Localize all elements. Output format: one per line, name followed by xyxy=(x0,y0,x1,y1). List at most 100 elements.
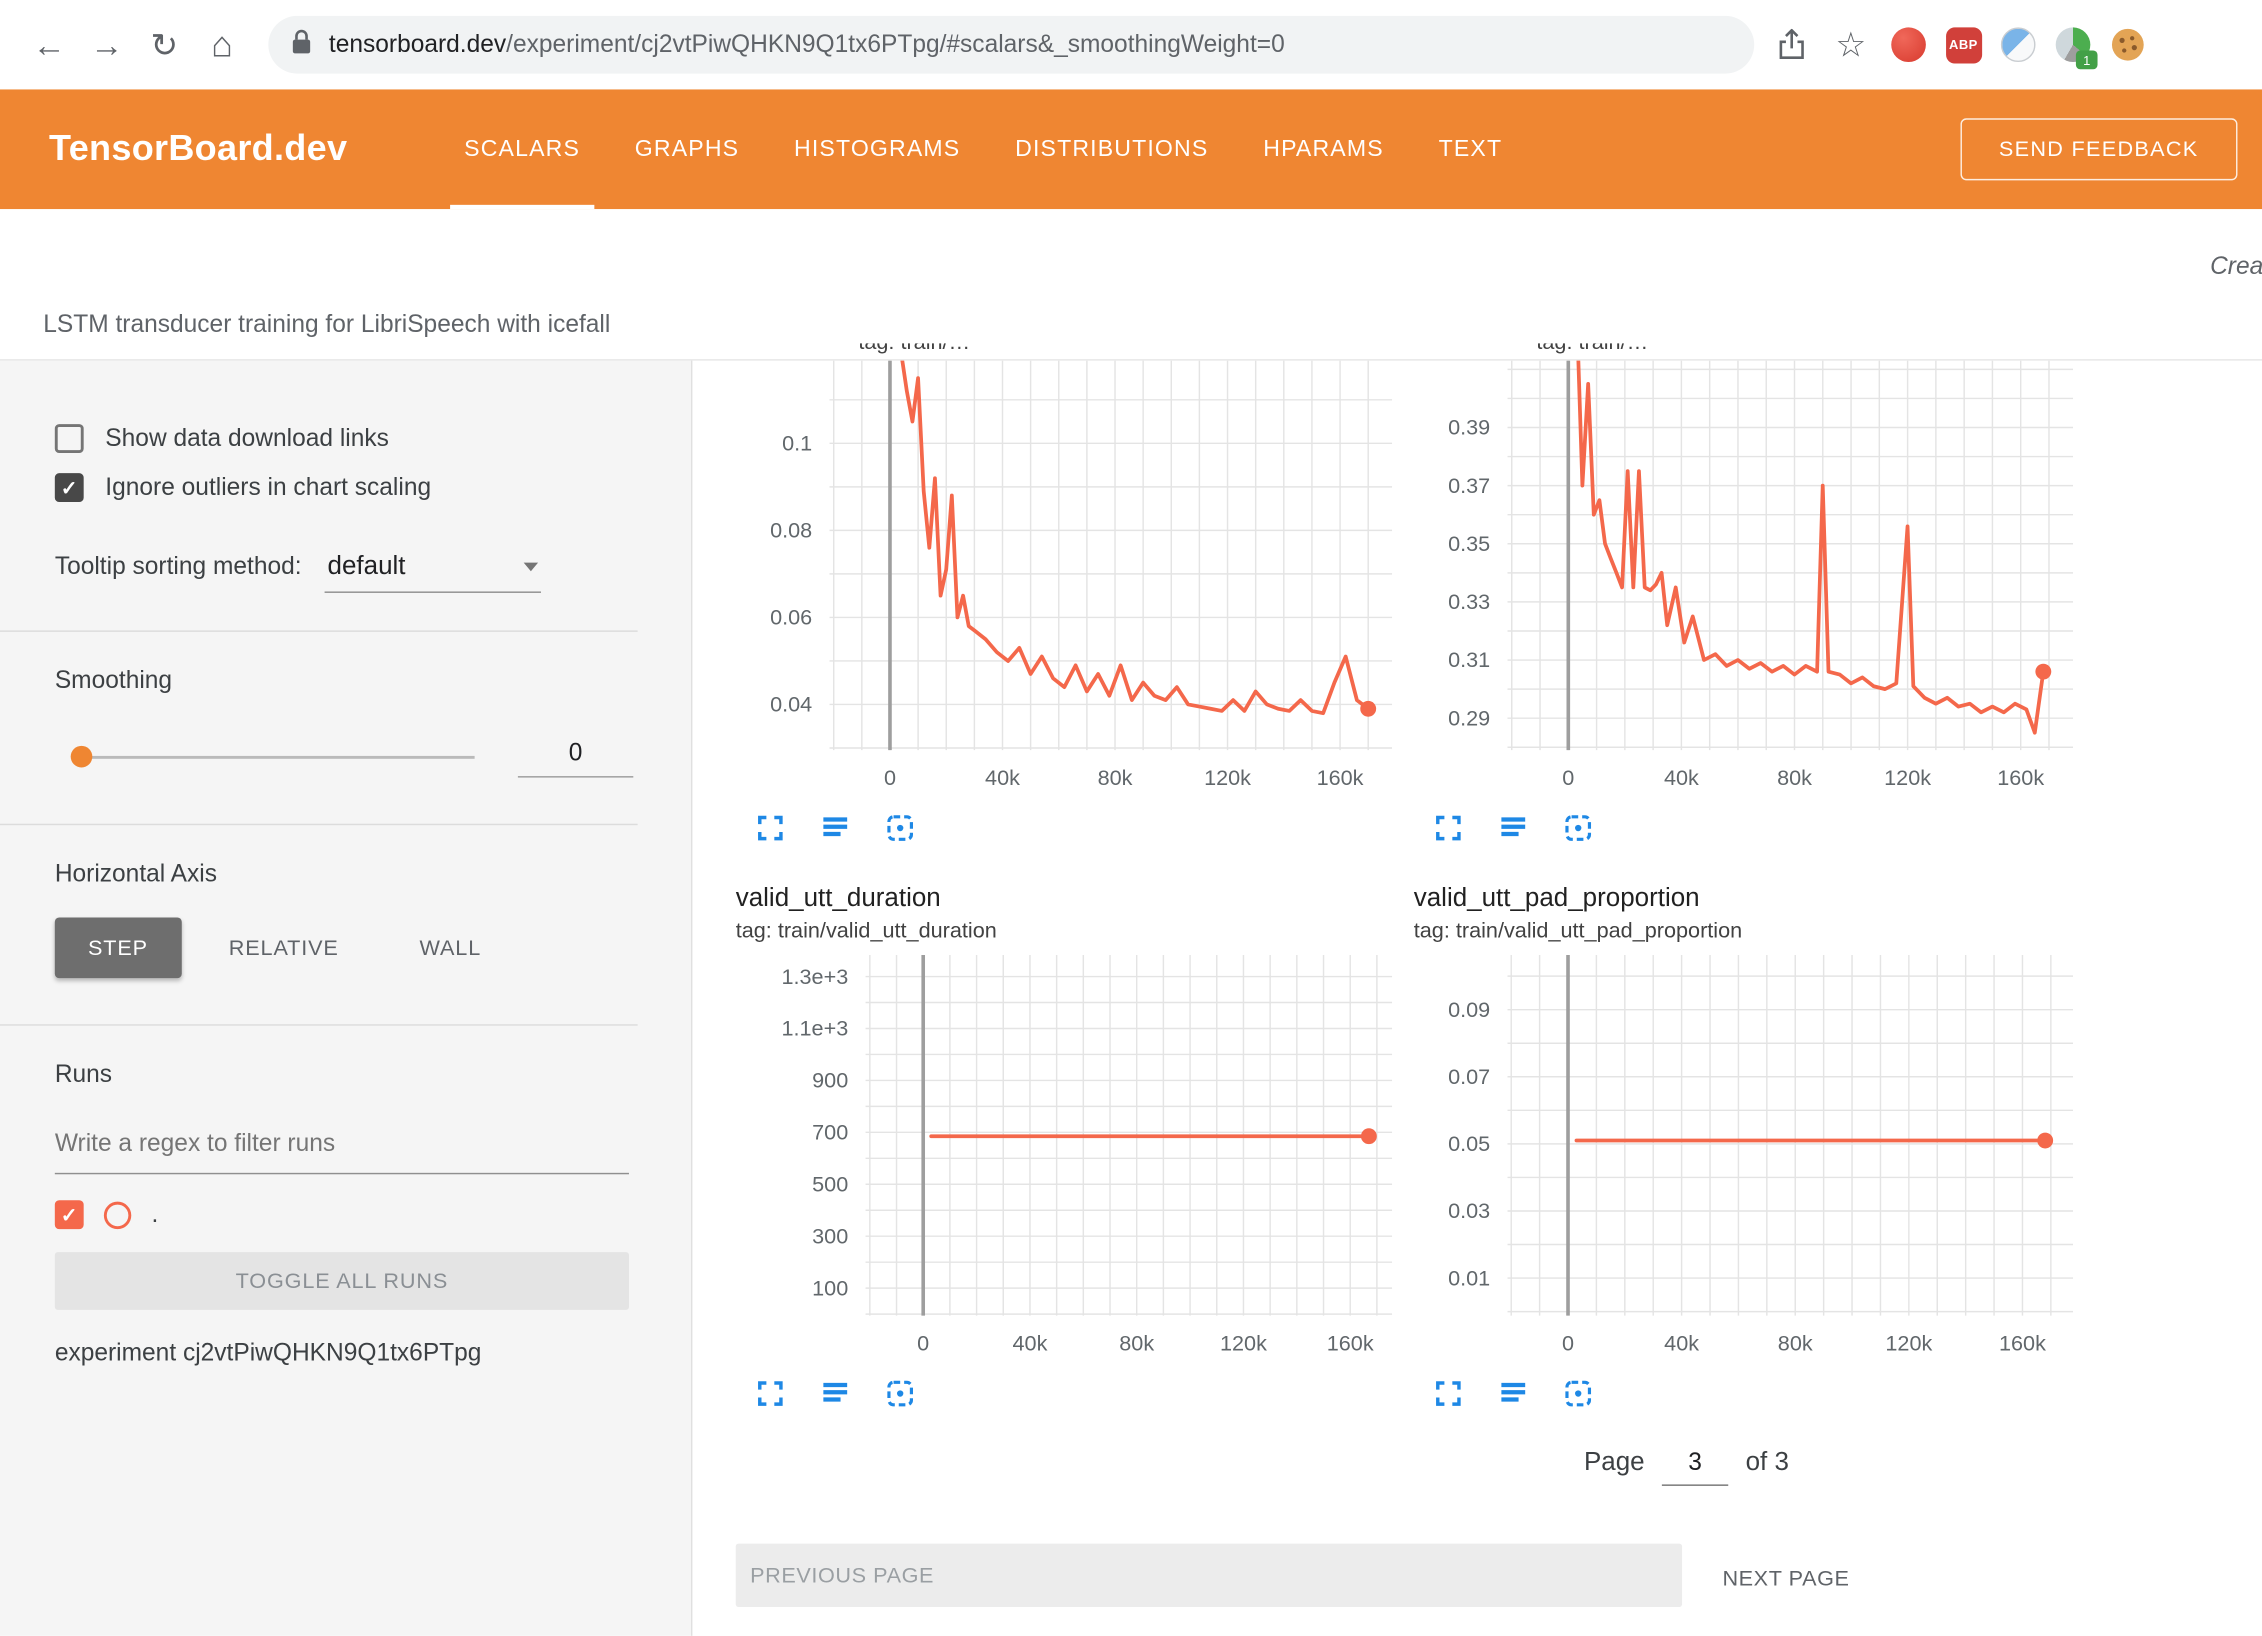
chart-toolbar xyxy=(1431,811,2073,846)
half-circle-extension-icon[interactable] xyxy=(1999,26,2037,64)
expand-chart-icon[interactable] xyxy=(753,1376,788,1411)
svg-text:0.33: 0.33 xyxy=(1448,589,1490,614)
extensions-area: ABP 1 xyxy=(1890,26,2147,64)
fit-domain-icon[interactable] xyxy=(1561,1376,1596,1411)
forward-button[interactable]: → xyxy=(78,16,136,74)
svg-text:0.04: 0.04 xyxy=(770,692,812,717)
run-color-swatch[interactable] xyxy=(104,1201,131,1228)
clipped-chart-header: tag: train/… xyxy=(858,343,1262,360)
svg-text:0.05: 0.05 xyxy=(1448,1131,1490,1156)
line-chart[interactable]: 0.010.030.050.070.09040k80k120k160k xyxy=(1370,955,2073,1362)
chart-header: valid_utt_pad_proportion tag: train/vali… xyxy=(1414,883,2073,955)
clipped-created-text: Crea xyxy=(2210,252,2262,281)
svg-text:0.1: 0.1 xyxy=(782,431,812,456)
line-chart[interactable]: 1003005007009001.1e+31.3e+3040k80k120k16… xyxy=(692,955,1392,1362)
run-checkbox[interactable] xyxy=(55,1200,84,1229)
toggle-all-runs-button[interactable]: TOGGLE ALL RUNS xyxy=(55,1252,629,1310)
runs-list-icon[interactable] xyxy=(1496,811,1531,846)
smoothing-slider[interactable] xyxy=(75,755,475,758)
chart-tag: tag: train/valid_utt_pad_proportion xyxy=(1414,919,2073,944)
fit-domain-icon[interactable] xyxy=(883,811,918,846)
chart-card-top-left: tag: train/… 0.040.060.080.1040k80k120k1… xyxy=(692,343,1392,845)
svg-text:0.09: 0.09 xyxy=(1448,997,1490,1022)
extension-notification-badge: 1 xyxy=(2076,50,2098,69)
fit-domain-icon[interactable] xyxy=(1561,811,1596,846)
show-download-links-row[interactable]: Show data download links xyxy=(55,424,633,453)
run-row[interactable]: . xyxy=(55,1200,633,1229)
axis-wall-button[interactable]: WALL xyxy=(386,917,514,978)
svg-text:120k: 120k xyxy=(1885,1330,1932,1355)
share-icon[interactable] xyxy=(1766,16,1818,74)
runs-list-icon[interactable] xyxy=(818,811,853,846)
axis-relative-button[interactable]: RELATIVE xyxy=(196,917,372,978)
url-host: tensorboard.dev xyxy=(329,30,506,57)
runs-list-icon[interactable] xyxy=(1496,1376,1531,1411)
show-download-links-checkbox[interactable] xyxy=(55,424,84,453)
expand-chart-icon[interactable] xyxy=(753,811,788,846)
abp-extension-icon[interactable]: ABP xyxy=(1945,26,1983,64)
cookie-extension-icon[interactable] xyxy=(2109,26,2147,64)
line-chart[interactable]: 0.290.310.330.350.370.39040k80k120k160k xyxy=(1370,361,2073,797)
tab-distributions[interactable]: DISTRIBUTIONS xyxy=(988,89,1236,209)
svg-text:1.3e+3: 1.3e+3 xyxy=(781,964,848,989)
send-feedback-button[interactable]: SEND FEEDBACK xyxy=(1960,118,2238,180)
runs-filter-input[interactable] xyxy=(55,1121,629,1174)
pagination: Page of 3 xyxy=(1584,1445,1789,1485)
divider xyxy=(0,1024,638,1025)
charts-main: tag: train/… 0.040.060.080.1040k80k120k1… xyxy=(692,361,2262,1636)
reload-button[interactable]: ↻ xyxy=(136,16,194,74)
address-bar[interactable]: tensorboard.dev/experiment/cj2vtPiwQHKN9… xyxy=(268,16,1754,74)
svg-text:500: 500 xyxy=(812,1171,848,1196)
smoothing-value-input[interactable] xyxy=(518,736,633,778)
clipped-chart-header: tag: train/… xyxy=(1536,343,1940,360)
svg-text:0.03: 0.03 xyxy=(1448,1198,1490,1223)
tab-scalars[interactable]: SCALARS xyxy=(437,89,608,209)
brand-logo[interactable]: TensorBoard.dev xyxy=(49,128,347,170)
tooltip-sorting-value: default xyxy=(328,551,406,581)
chart-card-valid-utt-duration: valid_utt_duration tag: train/valid_utt_… xyxy=(692,883,1392,1411)
tab-text[interactable]: TEXT xyxy=(1411,89,1529,209)
bookmark-star-icon[interactable]: ☆ xyxy=(1826,24,1875,66)
expand-chart-icon[interactable] xyxy=(1431,1376,1466,1411)
url-text[interactable]: tensorboard.dev/experiment/cj2vtPiwQHKN9… xyxy=(329,30,1285,59)
tab-graphs[interactable]: GRAPHS xyxy=(607,89,766,209)
runs-label: Runs xyxy=(55,1060,633,1089)
svg-text:0.07: 0.07 xyxy=(1448,1064,1490,1089)
chart-toolbar xyxy=(753,811,1392,846)
settings-sidebar: Show data download links Ignore outliers… xyxy=(0,361,692,1636)
divider xyxy=(0,824,638,825)
tooltip-sorting-select[interactable]: default xyxy=(325,551,541,593)
lock-icon[interactable] xyxy=(291,28,311,61)
expand-chart-icon[interactable] xyxy=(1431,811,1466,846)
horizontal-axis-options: STEP RELATIVE WALL xyxy=(55,917,633,978)
ignore-outliers-row[interactable]: Ignore outliers in chart scaling xyxy=(55,473,633,502)
home-button[interactable]: ⌂ xyxy=(193,16,251,74)
svg-text:0.29: 0.29 xyxy=(1448,705,1490,730)
tab-histograms[interactable]: HISTOGRAMS xyxy=(767,89,988,209)
page-of-label: of 3 xyxy=(1746,1447,1789,1477)
page-number-input[interactable] xyxy=(1662,1445,1728,1485)
chart-toolbar xyxy=(1431,1376,2073,1411)
tooltip-sorting-label: Tooltip sorting method: xyxy=(55,553,302,582)
svg-text:80k: 80k xyxy=(1119,1330,1154,1355)
previous-page-button[interactable]: PREVIOUS PAGE xyxy=(736,1544,1682,1607)
svg-text:80k: 80k xyxy=(1778,1330,1813,1355)
axis-step-button[interactable]: STEP xyxy=(55,917,181,978)
adblock-extension-icon[interactable] xyxy=(1890,26,1928,64)
svg-text:160k: 160k xyxy=(1317,765,1364,790)
fit-domain-icon[interactable] xyxy=(883,1376,918,1411)
svg-text:40k: 40k xyxy=(1013,1330,1048,1355)
svg-text:100: 100 xyxy=(812,1275,848,1300)
back-button[interactable]: ← xyxy=(20,16,78,74)
tab-hparams[interactable]: HPARAMS xyxy=(1236,89,1411,209)
pie-extension-icon[interactable]: 1 xyxy=(2054,26,2092,64)
svg-text:0: 0 xyxy=(1562,765,1574,790)
line-chart[interactable]: 0.040.060.080.1040k80k120k160k xyxy=(692,361,1392,797)
ignore-outliers-checkbox[interactable] xyxy=(55,473,84,502)
chart-card-top-right: tag: train/… 0.290.310.330.350.370.39040… xyxy=(1370,343,2073,845)
smoothing-slider-thumb[interactable] xyxy=(71,746,93,768)
next-page-button[interactable]: NEXT PAGE xyxy=(1711,1555,1861,1603)
runs-list-icon[interactable] xyxy=(818,1376,853,1411)
chart-card-valid-utt-pad-proportion: valid_utt_pad_proportion tag: train/vali… xyxy=(1370,883,2073,1411)
svg-text:160k: 160k xyxy=(1999,1330,2046,1355)
